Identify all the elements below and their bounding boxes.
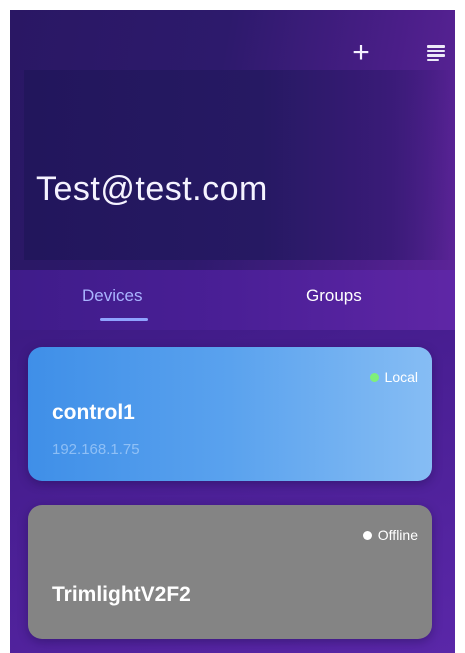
device-card-trimlightv2f2[interactable]: Offline TrimlightV2F2 [28,505,432,639]
tab-bar: Devices Groups [10,270,455,330]
status-label: Local [384,369,418,385]
status-badge: Offline [362,527,418,543]
menu-icon [427,45,445,61]
tab-groups[interactable]: Groups [306,286,362,306]
device-ip: 192.168.1.75 [52,441,140,458]
status-dot-icon [362,530,372,540]
device-name: control1 [52,401,135,424]
account-header-panel [24,70,455,260]
plus-icon: + [352,36,370,69]
app-screen: + Test@test.com Devices Groups Local con… [10,10,455,653]
status-label: Offline [377,527,418,543]
active-tab-indicator [100,318,148,321]
add-device-button[interactable]: + [346,38,376,68]
menu-button[interactable] [421,38,451,68]
status-badge: Local [369,369,418,385]
device-name: TrimlightV2F2 [52,583,191,606]
tab-devices[interactable]: Devices [82,286,142,306]
account-email: Test@test.com [36,170,268,208]
device-card-control1[interactable]: Local control1 192.168.1.75 [28,347,432,481]
status-dot-icon [369,372,379,382]
